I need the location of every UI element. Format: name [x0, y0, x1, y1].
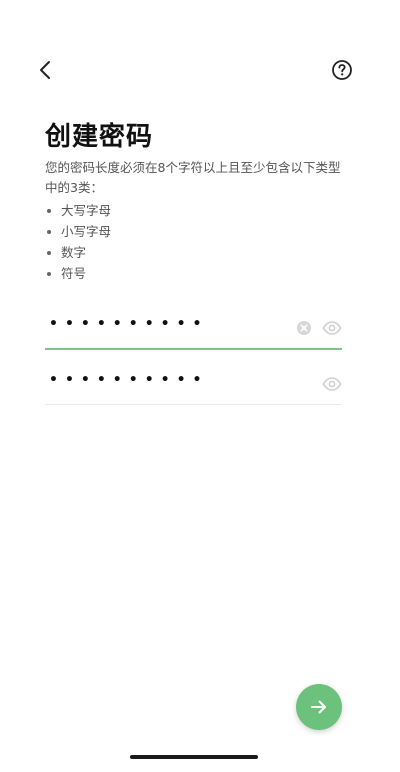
arrow-right-icon	[311, 700, 326, 714]
next-button[interactable]	[296, 684, 342, 730]
list-item: 数字	[45, 242, 111, 263]
bullet-icon	[47, 271, 51, 276]
password-rules-description: 您的密码长度必须在8个字符以上且至少包含以下类型中的3类：	[45, 160, 341, 195]
list-item: 符号	[45, 263, 111, 284]
bullet-icon	[47, 250, 51, 255]
requirements-list: 大写字母 小写字母 数字 符号	[45, 200, 111, 284]
question-circle-icon	[332, 60, 352, 80]
password-field[interactable]: ••••••••••	[45, 308, 342, 350]
list-item: 小写字母	[45, 221, 111, 242]
eye-icon[interactable]	[322, 319, 342, 337]
home-indicator[interactable]	[130, 755, 258, 759]
confirm-password-input[interactable]: ••••••••••	[49, 372, 208, 388]
bullet-icon	[47, 229, 51, 234]
clear-circle-icon[interactable]	[296, 320, 312, 336]
eye-icon[interactable]	[322, 375, 342, 393]
requirement-label: 小写字母	[61, 224, 112, 239]
requirement-label: 符号	[61, 266, 87, 281]
top-bar	[0, 0, 400, 110]
back-button[interactable]	[30, 56, 60, 84]
chevron-left-icon	[40, 61, 50, 79]
bullet-icon	[47, 208, 51, 213]
help-button[interactable]	[330, 58, 354, 82]
password-input[interactable]: ••••••••••	[49, 316, 208, 332]
confirm-password-field[interactable]: ••••••••••	[45, 364, 342, 405]
page-title: 创建密码	[45, 122, 154, 152]
requirement-label: 数字	[61, 245, 87, 260]
list-item: 大写字母	[45, 200, 111, 221]
requirement-label: 大写字母	[61, 203, 112, 218]
